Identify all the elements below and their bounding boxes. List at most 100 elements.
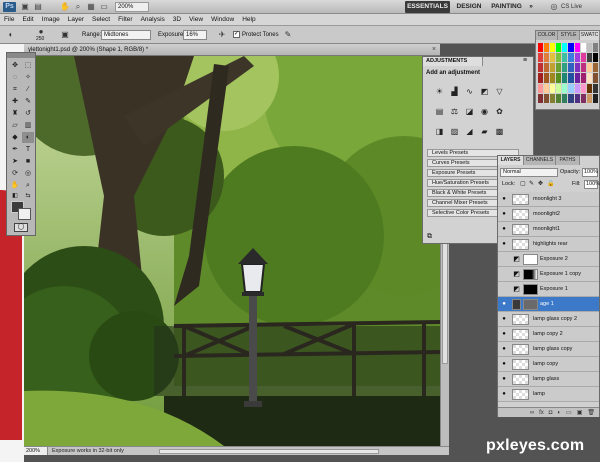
path-selection-tool-icon[interactable]: ➤	[9, 156, 21, 167]
swatch[interactable]	[592, 53, 598, 63]
new-group-icon[interactable]: ▭	[566, 409, 572, 416]
menu-filter[interactable]: Filter	[118, 16, 132, 23]
gradient-tool-icon[interactable]: ▥	[22, 120, 34, 131]
swatch[interactable]	[586, 93, 592, 103]
tab-layers[interactable]: LAYERS	[498, 156, 524, 165]
tab-styles[interactable]: STYLE	[558, 31, 580, 40]
visibility-eye-icon[interactable]: ●	[500, 330, 508, 338]
layer-row[interactable]: ● moonlight2	[498, 207, 599, 222]
blend-mode-select[interactable]: Normal	[500, 168, 558, 177]
swatch[interactable]	[580, 53, 586, 63]
exposure-icon[interactable]: ◩	[480, 87, 489, 96]
swatch[interactable]	[562, 53, 568, 63]
3d-orbit-tool-icon[interactable]: ◎	[22, 168, 34, 179]
layer-row[interactable]: ◩ Exposure 1	[498, 282, 599, 297]
tab-color[interactable]: COLOR	[536, 31, 558, 40]
hue-saturation-icon[interactable]: ▤	[435, 107, 444, 116]
swatch[interactable]	[538, 63, 544, 73]
workspace-design[interactable]: DESIGN	[454, 1, 484, 13]
layer-row-selected[interactable]: ● age 1	[498, 297, 599, 312]
swatch[interactable]	[592, 93, 598, 103]
hand-tool-icon[interactable]: ✋	[9, 180, 21, 191]
swatch[interactable]	[550, 83, 556, 93]
visibility-eye-icon[interactable]: ●	[500, 315, 508, 323]
channel-mixer-icon[interactable]: ✿	[495, 107, 504, 116]
brush-panel-icon[interactable]: ▣	[60, 30, 70, 40]
swatch[interactable]	[544, 83, 550, 93]
visibility-eye-icon[interactable]: ●	[500, 240, 508, 248]
layer-style-icon[interactable]: fx	[539, 410, 544, 416]
move-tool-icon[interactable]: ✥	[9, 60, 21, 71]
zoom-tool-icon[interactable]: ⌕	[73, 2, 83, 12]
swatch[interactable]	[562, 63, 568, 73]
visibility-eye-icon[interactable]: ●	[500, 210, 508, 218]
tab-paths[interactable]: PATHS	[556, 156, 580, 165]
menu-window[interactable]: Window	[211, 16, 234, 23]
swatch[interactable]	[568, 83, 574, 93]
swatch[interactable]	[562, 93, 568, 103]
layer-row[interactable]: ● lamp copy 2	[498, 327, 599, 342]
menu-image[interactable]: Image	[42, 16, 60, 23]
swatch[interactable]	[568, 43, 574, 53]
healing-brush-tool-icon[interactable]: ✚	[9, 96, 21, 107]
color-balance-icon[interactable]: ⚖	[450, 107, 459, 116]
visibility-eye-icon[interactable]	[500, 285, 508, 293]
swatch[interactable]	[562, 83, 568, 93]
swatch[interactable]	[574, 43, 580, 53]
arrange-documents-icon[interactable]: ▦	[86, 2, 96, 12]
3d-rotate-tool-icon[interactable]: ⟳	[9, 168, 21, 179]
swatch[interactable]	[592, 63, 598, 73]
cs-live-icon[interactable]: ◎	[549, 2, 559, 12]
swatch[interactable]	[550, 53, 556, 63]
swatch[interactable]	[580, 73, 586, 83]
marquee-tool-icon[interactable]: ⬚	[22, 60, 34, 71]
layer-row[interactable]: ◩ Exposure 1 copy	[498, 267, 599, 282]
levels-icon[interactable]: ▟	[450, 87, 459, 96]
lock-image-icon[interactable]: ✎	[529, 180, 534, 189]
clip-to-layer-icon[interactable]: ⧉	[427, 233, 437, 241]
horizontal-scroll-thumb[interactable]	[159, 449, 379, 454]
swatch[interactable]	[574, 93, 580, 103]
workspace-painting[interactable]: PAINTING	[489, 1, 524, 13]
swatch[interactable]	[592, 43, 598, 53]
link-layers-icon[interactable]: ∞	[530, 410, 534, 416]
visibility-eye-icon[interactable]: ●	[500, 360, 508, 368]
tools-panel-header[interactable]	[7, 53, 35, 58]
swatch[interactable]	[544, 93, 550, 103]
swatch[interactable]	[574, 63, 580, 73]
layer-row[interactable]: ● lamp glass copy 2	[498, 312, 599, 327]
swatch[interactable]	[586, 73, 592, 83]
swatch[interactable]	[544, 63, 550, 73]
eraser-tool-icon[interactable]: ▱	[9, 120, 21, 131]
layer-row[interactable]: ◩ Exposure 2	[498, 252, 599, 267]
swatch[interactable]	[592, 83, 598, 93]
eyedropper-tool-icon[interactable]: ⁄	[22, 84, 34, 95]
layer-row[interactable]: ● lamp glass	[498, 372, 599, 387]
screen-mode-icon[interactable]: ▭	[99, 2, 109, 12]
brightness-contrast-icon[interactable]: ☀	[435, 87, 444, 96]
swatch[interactable]	[556, 83, 562, 93]
lock-position-icon[interactable]: ✥	[538, 180, 543, 189]
panel-menu-icon[interactable]: ≡	[523, 57, 527, 64]
opacity-input[interactable]: 100%	[582, 168, 598, 177]
dodge-tool-preset-icon[interactable]: ◐	[6, 30, 16, 40]
menu-help[interactable]: Help	[242, 16, 255, 23]
menu-view[interactable]: View	[189, 16, 203, 23]
swatch[interactable]	[568, 63, 574, 73]
swatch[interactable]	[556, 93, 562, 103]
visibility-eye-icon[interactable]: ●	[500, 390, 508, 398]
hand-tool-icon[interactable]: ✋	[60, 2, 70, 12]
layer-row[interactable]: ● lamp	[498, 387, 599, 402]
swatch[interactable]	[574, 53, 580, 63]
swatch[interactable]	[586, 43, 592, 53]
fill-input[interactable]: 100%	[584, 180, 600, 189]
swatch[interactable]	[544, 53, 550, 63]
swatch[interactable]	[574, 83, 580, 93]
layer-row[interactable]: ● moonlight1	[498, 222, 599, 237]
gradient-map-icon[interactable]: ▰	[480, 127, 489, 136]
layer-row[interactable]: ● lamp glass copy	[498, 342, 599, 357]
black-white-icon[interactable]: ◪	[465, 107, 474, 116]
visibility-eye-icon[interactable]	[500, 270, 508, 278]
swatch[interactable]	[580, 93, 586, 103]
threshold-icon[interactable]: ◢	[465, 127, 474, 136]
